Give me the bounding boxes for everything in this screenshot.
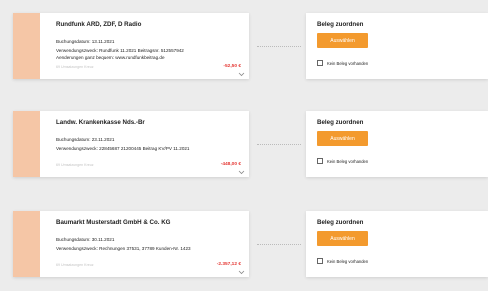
chevron-down-icon[interactable]: [238, 170, 245, 175]
select-receipt-button[interactable]: Auswählen: [317, 33, 368, 48]
amount: -52,50 €: [223, 64, 241, 69]
receipt-title: Beleg zuordnen: [317, 21, 364, 28]
chevron-down-icon[interactable]: [238, 72, 245, 77]
card-accent-stripe: [13, 13, 40, 79]
connector-line: [257, 144, 301, 145]
purpose-text: Verwendungszweck: Rundfunk 11.2021 Beitr…: [56, 48, 184, 53]
no-receipt-checkbox[interactable]: [317, 158, 323, 164]
receipt-title: Beleg zuordnen: [317, 119, 364, 126]
booking-date: Buchungsdatum: 30.11.2021: [56, 237, 115, 242]
amount: -2.357,12 €: [216, 262, 241, 267]
transaction-row: Baumarkt Musterstadt GmbH & Co. KG Buchu…: [0, 211, 488, 277]
receipt-card: Beleg zuordnen Auswählen Kein Beleg vorh…: [306, 211, 488, 277]
card-accent-stripe: [13, 211, 40, 277]
transaction-row: Landw. Krankenkasse Nds.-Br Buchungsdatu…: [0, 111, 488, 177]
purpose-text: Verwendungszweck: Rechnungen 37531, 3778…: [56, 246, 191, 251]
card-accent-stripe: [13, 111, 40, 177]
transaction-row: Rundfunk ARD, ZDF, D Radio Buchungsdatum…: [0, 13, 488, 79]
purpose-text-line2: Aenderungen ganz bequem: www.rundfunkbei…: [56, 55, 165, 60]
payee-name: Rundfunk ARD, ZDF, D Radio: [56, 21, 142, 28]
select-receipt-button[interactable]: Auswählen: [317, 231, 368, 246]
receipt-card: Beleg zuordnen Auswählen Kein Beleg vorh…: [306, 13, 488, 79]
select-receipt-button[interactable]: Auswählen: [317, 131, 368, 146]
transaction-card[interactable]: Baumarkt Musterstadt GmbH & Co. KG Buchu…: [13, 211, 249, 277]
no-receipt-option[interactable]: Kein Beleg vorhanden: [317, 258, 368, 264]
no-receipt-label: Kein Beleg vorhanden: [327, 60, 369, 66]
booking-date: Buchungsdatum: 23.11.2021: [56, 137, 115, 142]
more-info-text: 69 Umsatzungen Kreuz: [56, 163, 94, 167]
connector-line: [257, 46, 301, 47]
more-info-text: 69 Umsatzungen Kreuz: [56, 263, 94, 267]
no-receipt-label: Kein Beleg vorhanden: [327, 158, 369, 164]
no-receipt-option[interactable]: Kein Beleg vorhanden: [317, 158, 368, 164]
amount: -448,00 €: [220, 162, 241, 167]
receipt-title: Beleg zuordnen: [317, 219, 364, 226]
booking-date: Buchungsdatum: 13.11.2021: [56, 39, 115, 44]
more-info-text: 69 Umsatzungen Kreuz: [56, 65, 94, 69]
payee-name: Baumarkt Musterstadt GmbH & Co. KG: [56, 219, 171, 226]
receipt-card: Beleg zuordnen Auswählen Kein Beleg vorh…: [306, 111, 488, 177]
transaction-card[interactable]: Rundfunk ARD, ZDF, D Radio Buchungsdatum…: [13, 13, 249, 79]
chevron-down-icon[interactable]: [238, 270, 245, 275]
payee-name: Landw. Krankenkasse Nds.-Br: [56, 119, 145, 126]
no-receipt-checkbox[interactable]: [317, 258, 323, 264]
no-receipt-option[interactable]: Kein Beleg vorhanden: [317, 60, 368, 66]
no-receipt-label: Kein Beleg vorhanden: [327, 258, 369, 264]
purpose-text: Verwendungszweck: 22845687 21200445 Beit…: [56, 146, 190, 151]
transaction-card[interactable]: Landw. Krankenkasse Nds.-Br Buchungsdatu…: [13, 111, 249, 177]
connector-line: [257, 244, 301, 245]
no-receipt-checkbox[interactable]: [317, 60, 323, 66]
